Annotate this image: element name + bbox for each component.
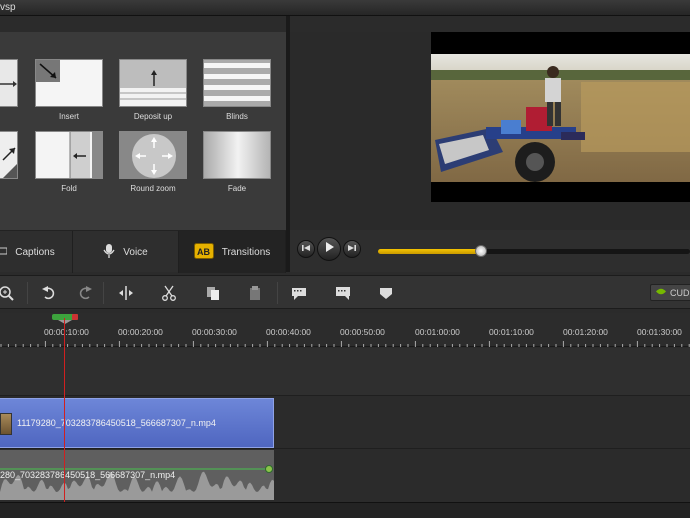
- transition-tile-blinds[interactable]: [203, 59, 271, 107]
- transition-tile-fade[interactable]: [203, 131, 271, 179]
- zoom-in-icon[interactable]: [0, 284, 15, 302]
- ruler-label: 00:01:10:00: [489, 327, 534, 337]
- tab-captions-label: Captions: [15, 246, 55, 258]
- video-clip-name: 11179280_703283786450518_566687307_n.mp4: [17, 418, 216, 428]
- playhead-line[interactable]: [64, 318, 65, 502]
- marker-icon[interactable]: [377, 284, 395, 302]
- previous-frame-button[interactable]: [297, 240, 315, 258]
- panel-tabs: Captions Voice AB Transitions: [0, 230, 286, 273]
- tab-transitions-label: Transitions: [221, 246, 271, 258]
- toolbar-divider: [27, 282, 28, 304]
- ruler-label: 00:01:00:00: [415, 327, 460, 337]
- skip-back-icon: [301, 240, 311, 258]
- video-clip[interactable]: 11179280_703283786450518_566687307_n.mp4: [0, 398, 274, 448]
- copy-icon[interactable]: [204, 284, 222, 302]
- transition-label-insert: Insert: [58, 112, 79, 121]
- timeline-track-empty[interactable]: [0, 348, 690, 396]
- window-title: vsp: [0, 2, 16, 13]
- video-preview[interactable]: [431, 32, 690, 202]
- timeline-scrollbar[interactable]: [0, 502, 690, 518]
- cuda-badge: CUD: [650, 284, 690, 301]
- timeline-ruler[interactable]: 00:00:10:00 00:00:20:00 00:00:30:00 00:0…: [0, 313, 690, 347]
- caption-marker-icon[interactable]: [290, 284, 308, 302]
- transition-tile-insert[interactable]: [35, 59, 103, 107]
- transitions-panel: Insert Deposit up Blinds Fold Round zoom…: [0, 32, 286, 230]
- play-icon: [323, 240, 335, 258]
- transition-tile-1[interactable]: [0, 59, 18, 107]
- tab-voice-label: Voice: [123, 246, 148, 258]
- timeline-track-audio[interactable]: 280_703283786450518_566687307_n.mp4: [0, 450, 690, 502]
- ruler-label: 00:00:40:00: [266, 327, 311, 337]
- progress-fill: [378, 249, 481, 254]
- timeline-toolbar: CUD: [0, 275, 690, 309]
- video-editor-window: vsp Insert Deposit up Blinds Fold Round …: [0, 0, 690, 518]
- play-button[interactable]: [317, 237, 341, 261]
- transition-label-blinds: Blinds: [226, 112, 248, 121]
- ruler-label: 00:00:10:00: [44, 327, 89, 337]
- ruler-label: 00:01:20:00: [563, 327, 608, 337]
- undo-icon[interactable]: [40, 284, 58, 302]
- ab-transition-icon: AB: [193, 242, 214, 262]
- skip-forward-icon: [347, 240, 357, 258]
- toolbar-divider: [103, 282, 104, 304]
- ruler-label: 00:01:30:00: [637, 327, 682, 337]
- timeline-track-video[interactable]: 11179280_703283786450518_566687307_n.mp4: [0, 397, 690, 449]
- transition-label-fold: Fold: [61, 184, 77, 193]
- player-controls: [290, 230, 690, 272]
- transition-tile-5[interactable]: [0, 131, 18, 179]
- toolbar-divider: [277, 282, 278, 304]
- svg-text:AB: AB: [197, 247, 210, 257]
- preview-panel: [290, 32, 690, 230]
- playhead-handle[interactable]: [52, 314, 78, 324]
- audio-clip[interactable]: 280_703283786450518_566687307_n.mp4: [0, 450, 274, 500]
- transition-tile-round-zoom[interactable]: [119, 131, 187, 179]
- ruler-label: 00:00:50:00: [340, 327, 385, 337]
- ruler-label: 00:00:30:00: [192, 327, 237, 337]
- clip-thumbnail: [0, 413, 12, 435]
- tab-transitions[interactable]: AB Transitions: [179, 231, 286, 273]
- title-bar: vsp: [0, 0, 690, 16]
- ruler-ticks: [0, 341, 690, 347]
- ruler-label: 00:00:20:00: [118, 327, 163, 337]
- transition-label-deposit-up: Deposit up: [133, 112, 173, 121]
- transition-tile-deposit-up[interactable]: [119, 59, 187, 107]
- tab-captions[interactable]: Captions: [0, 231, 73, 273]
- redo-icon[interactable]: [76, 284, 94, 302]
- captions-icon: [0, 246, 8, 259]
- speech-bubble-icon[interactable]: [334, 284, 352, 302]
- transition-label-round-zoom: Round zoom: [130, 184, 176, 193]
- transition-tile-fold[interactable]: [35, 131, 103, 179]
- playback-progress[interactable]: [378, 245, 690, 257]
- cut-icon[interactable]: [160, 284, 178, 302]
- split-icon[interactable]: [117, 284, 135, 302]
- paste-icon[interactable]: [246, 284, 264, 302]
- audio-clip-name: 280_703283786450518_566687307_n.mp4: [0, 470, 176, 480]
- microphone-icon: [103, 243, 115, 262]
- nvidia-icon: [655, 287, 667, 298]
- progress-thumb[interactable]: [474, 245, 487, 257]
- tab-voice[interactable]: Voice: [73, 231, 179, 273]
- next-frame-button[interactable]: [343, 240, 361, 258]
- video-frame: [431, 32, 690, 202]
- cuda-label: CUD: [670, 287, 690, 298]
- transition-label-fade: Fade: [227, 184, 247, 193]
